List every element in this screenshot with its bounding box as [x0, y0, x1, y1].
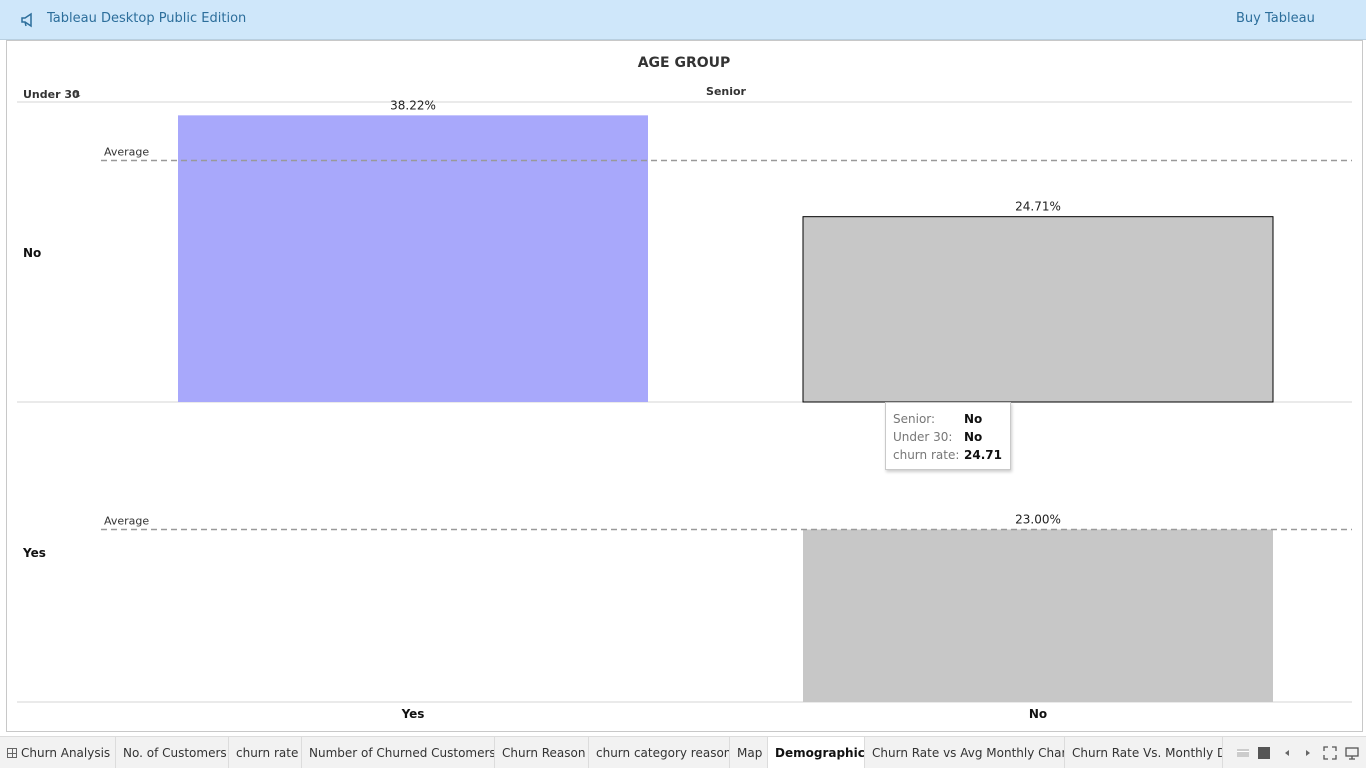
row-header: Under 30	[23, 88, 80, 101]
bar-under30-no-senior-no[interactable]	[802, 216, 1274, 403]
column-header: Senior	[706, 85, 747, 98]
tab-number-of-churned-customers[interactable]: Number of Churned Customers	[302, 737, 495, 768]
tab-churn-rate-vs-avg-monthly-charge[interactable]: Churn Rate vs Avg Monthly Char...	[865, 737, 1065, 768]
sheet-sorter-icon[interactable]	[1257, 746, 1271, 760]
fullscreen-icon[interactable]	[1323, 746, 1337, 760]
tab-churn-reason[interactable]: Churn Reason	[495, 737, 589, 768]
tab-churn-rate[interactable]: churn rate	[229, 737, 302, 768]
app-title: Tableau Desktop Public Edition	[47, 11, 247, 26]
sheet-tab-bar: Churn Analysis No. of Customers churn ra…	[0, 736, 1366, 768]
average-label-no: Average	[104, 146, 149, 159]
filmstrip-icon[interactable]	[1236, 746, 1250, 760]
dashboard-grid-icon	[7, 748, 17, 758]
sort-icon: ⇅	[74, 90, 81, 99]
tab-churn-analysis[interactable]: Churn Analysis	[0, 737, 116, 768]
churn-rate-bar-chart[interactable]: AGE GROUP Under 30⇅ Senior No Yes Yes No 38.22%…	[7, 41, 1364, 733]
row-label-yes: Yes	[22, 546, 46, 560]
mark-tooltip: Senior: No Under 30: No churn rate: 24.71	[885, 402, 1011, 470]
bar-under30-yes-senior-no[interactable]	[803, 529, 1273, 703]
data-label-no-no: 24.71%	[1015, 200, 1061, 214]
megaphone-icon	[21, 12, 32, 28]
column-label-yes: Yes	[401, 707, 425, 721]
bar-under30-no-senior-yes[interactable]	[178, 115, 648, 402]
chart-title: AGE GROUP	[638, 55, 731, 71]
next-icon[interactable]	[1301, 746, 1315, 760]
presentation-icon[interactable]	[1345, 746, 1359, 760]
data-label-yes-no: 23.00%	[1015, 513, 1061, 527]
top-banner: Tableau Desktop Public Edition Buy Table…	[0, 0, 1366, 40]
tooltip-row: Under 30: No	[893, 430, 983, 444]
tab-no-of-customers[interactable]: No. of Customers	[116, 737, 229, 768]
data-label-no-yes: 38.22%	[390, 98, 436, 112]
tab-map[interactable]: Map	[730, 737, 768, 768]
worksheet-canvas: AGE GROUP Under 30 ⇅ Senior No Yes Yes No 38.22%…	[6, 40, 1363, 732]
tooltip-row: churn rate: 24.71	[893, 448, 1002, 462]
average-label-yes: Average	[104, 515, 149, 528]
tab-demographics[interactable]: Demographics	[768, 737, 865, 768]
tab-churn-category-reason[interactable]: churn category reason	[589, 737, 730, 768]
tab-churn-rate-vs-monthly-data[interactable]: Churn Rate Vs. Monthly Dat	[1065, 737, 1223, 768]
buy-tableau-link[interactable]: Buy Tableau	[1236, 11, 1315, 26]
row-label-no: No	[23, 246, 41, 260]
previous-icon[interactable]	[1280, 746, 1294, 760]
tooltip-row: Senior: No	[893, 412, 983, 426]
column-label-no: No	[1029, 707, 1047, 721]
